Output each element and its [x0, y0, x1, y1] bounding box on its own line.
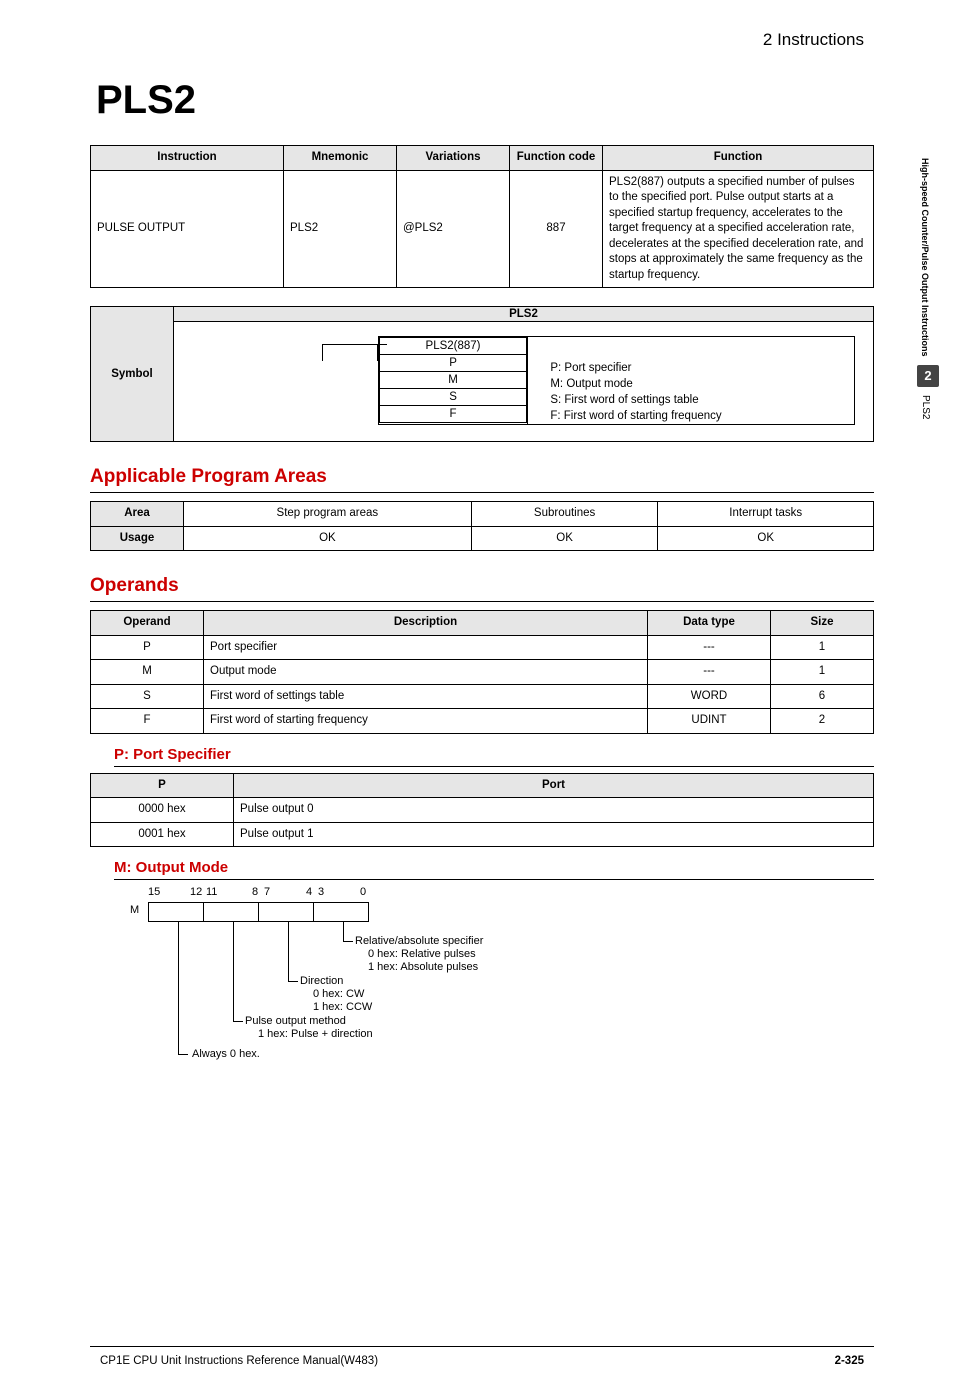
mode-diagram: 15 12 11 8 7 4 3 0 M Relative/absolute s… [130, 886, 874, 1086]
ladder-labels: P: Port specifier M: Output mode S: Firs… [528, 337, 854, 424]
port-table: PPort 0000 hexPulse output 0 0001 hexPul… [90, 773, 874, 848]
section-output-mode: M: Output Mode [114, 859, 874, 880]
symbol-table: SymbolPLS2 PLS2(887) P M S F [90, 306, 874, 442]
instruction-table: Instruction Mnemonic Variations Function… [90, 145, 874, 288]
page-title: PLS2 [90, 78, 874, 123]
page-header: 2 Instructions [90, 30, 874, 50]
applicable-table: AreaStep program areasSubroutinesInterru… [90, 501, 874, 551]
ladder-box: PLS2(887) P M S F [379, 337, 528, 423]
section-operands: Operands [90, 575, 874, 602]
ladder-rung [322, 344, 378, 361]
side-tab: High-speed Counter/Pulse Output Instruct… [920, 158, 936, 419]
page-footer: CP1E CPU Unit Instructions Reference Man… [90, 1346, 874, 1367]
operands-table: OperandDescriptionData typeSize PPort sp… [90, 610, 874, 734]
section-port-specifier: P: Port Specifier [114, 746, 874, 767]
section-applicable: Applicable Program Areas [90, 466, 874, 493]
